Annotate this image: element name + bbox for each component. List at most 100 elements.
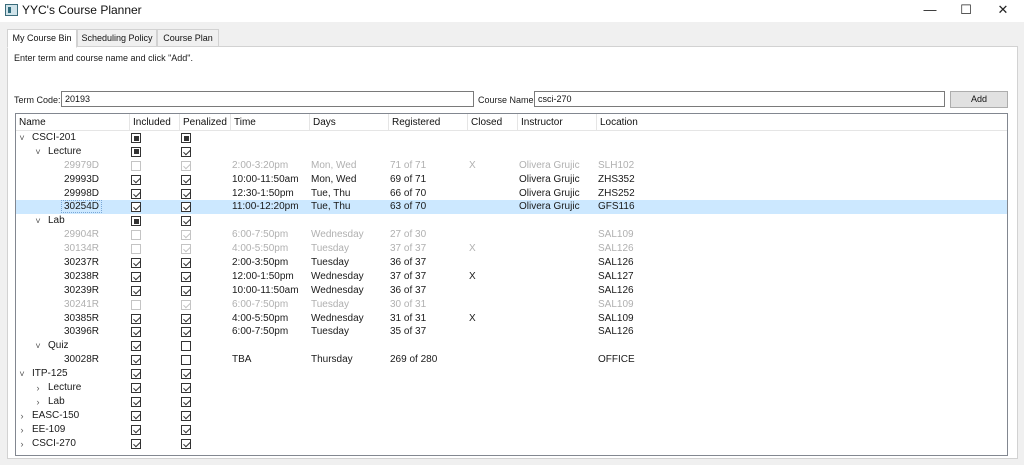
included-checkbox[interactable] [131, 438, 141, 449]
course-row[interactable]: › CSCI-270 [16, 437, 1007, 451]
column-header-location[interactable]: Location [597, 114, 1007, 131]
penalized-checkbox[interactable] [181, 188, 191, 199]
section-row[interactable]: 30238R 12:00-1:50pm Wednesday 37 of 37 X SAL1… [16, 270, 1007, 284]
penalized-checkbox[interactable] [181, 341, 191, 352]
column-header-days[interactable]: Days [310, 114, 389, 131]
penalized-checkbox[interactable] [181, 438, 191, 449]
section-row[interactable]: 30241R 6:00-7:50pm Tuesday 30 of 31 SAL109 [16, 298, 1007, 312]
term-code-input[interactable]: 20193 [61, 91, 474, 107]
course-row[interactable]: › EE-109 [16, 423, 1007, 437]
penalized-checkbox[interactable] [181, 424, 191, 435]
column-header-penalized[interactable]: Penalized [180, 114, 231, 131]
column-header-closed[interactable]: Closed [468, 114, 518, 131]
included-checkbox[interactable] [131, 299, 141, 310]
penalized-checkbox[interactable] [181, 410, 191, 421]
penalized-checkbox[interactable] [181, 285, 191, 296]
section-row[interactable]: 29979D 2:00-3:20pm Mon, Wed 71 of 71 X Oliver… [16, 159, 1007, 173]
included-checkbox[interactable] [131, 396, 141, 407]
included-checkbox[interactable] [131, 271, 141, 282]
included-checkbox[interactable] [131, 230, 141, 241]
penalized-checkbox[interactable] [181, 230, 191, 241]
column-header-time[interactable]: Time [231, 114, 310, 131]
course-row[interactable]: ˅ CSCI-201 [16, 131, 1007, 145]
penalized-checkbox[interactable] [181, 327, 191, 338]
penalized-checkbox[interactable] [181, 313, 191, 324]
column-header-included[interactable]: Included [130, 114, 180, 131]
penalized-checkbox[interactable] [181, 146, 191, 157]
collapse-arrow-icon[interactable]: ˅ [33, 145, 43, 159]
course-tree[interactable]: Name Included Penalized Time Days Regist… [15, 113, 1008, 456]
tab-scheduling-policy[interactable]: Scheduling Policy [77, 29, 157, 47]
course-row[interactable]: ˅ ITP-125 [16, 367, 1007, 381]
included-checkbox[interactable] [131, 313, 141, 324]
included-checkbox[interactable] [131, 160, 141, 171]
collapse-arrow-icon[interactable]: ˅ [33, 214, 43, 228]
penalized-checkbox[interactable] [181, 216, 191, 227]
penalized-checkbox[interactable] [181, 369, 191, 380]
penalized-checkbox[interactable] [181, 174, 191, 185]
close-button[interactable]: ✕ [985, 0, 1021, 22]
section-row[interactable]: 30028R TBA Thursday 269 of 280 OFFICE [16, 353, 1007, 367]
expand-arrow-icon[interactable]: › [33, 395, 43, 409]
tab-my-course-bin[interactable]: My Course Bin [7, 29, 77, 48]
section-row[interactable]: 29998D 12:30-1:50pm Tue, Thu 66 of 70 Oliver… [16, 187, 1007, 201]
penalized-checkbox[interactable] [181, 133, 191, 143]
section-row[interactable]: 30254D 11:00-12:20pm Tue, Thu 63 of 70 Olive… [16, 200, 1007, 215]
penalized-checkbox[interactable] [181, 160, 191, 171]
included-checkbox[interactable] [131, 258, 141, 269]
penalized-checkbox[interactable] [181, 355, 191, 366]
included-checkbox[interactable] [131, 174, 141, 185]
penalized-checkbox[interactable] [181, 244, 191, 255]
section-row[interactable]: 30396R 6:00-7:50pm Tuesday 35 of 37 SAL126 [16, 325, 1007, 339]
expand-arrow-icon[interactable]: › [33, 381, 43, 395]
minimize-button[interactable]: — [912, 0, 948, 22]
collapse-arrow-icon[interactable]: ˅ [17, 131, 27, 145]
maximize-button[interactable]: ☐ [948, 0, 984, 22]
section-group-row[interactable]: ˅ Quiz [16, 339, 1007, 353]
included-checkbox[interactable] [131, 410, 141, 421]
column-header-instructor[interactable]: Instructor [518, 114, 597, 131]
included-checkbox[interactable] [131, 202, 141, 213]
section-group-row[interactable]: › Lecture [16, 381, 1007, 395]
section-row[interactable]: 29904R 6:00-7:50pm Wednesday 27 of 30 SAL109 [16, 228, 1007, 242]
penalized-checkbox[interactable] [181, 396, 191, 407]
section-group-row[interactable]: › Lab [16, 395, 1007, 409]
included-checkbox[interactable] [131, 327, 141, 338]
included-checkbox[interactable] [131, 383, 141, 394]
included-checkbox[interactable] [131, 133, 141, 143]
section-group-row[interactable]: ˅ Lab [16, 214, 1007, 228]
course-name-input[interactable]: csci-270 [534, 91, 945, 107]
included-checkbox[interactable] [131, 244, 141, 255]
included-checkbox[interactable] [131, 216, 141, 227]
expand-arrow-icon[interactable]: › [17, 437, 27, 451]
tab-course-plan[interactable]: Course Plan [157, 29, 219, 47]
expand-arrow-icon[interactable]: › [17, 423, 27, 437]
column-header-name[interactable]: Name [16, 114, 130, 131]
collapse-arrow-icon[interactable]: ˅ [33, 339, 43, 353]
course-row[interactable]: › EASC-150 [16, 409, 1007, 423]
section-row[interactable]: 30237R 2:00-3:50pm Tuesday 36 of 37 SAL126 [16, 256, 1007, 270]
included-checkbox[interactable] [131, 188, 141, 199]
included-checkbox[interactable] [131, 355, 141, 366]
included-checkbox[interactable] [131, 146, 141, 157]
column-header-registered[interactable]: Registered [389, 114, 468, 131]
included-checkbox[interactable] [131, 424, 141, 435]
penalized-checkbox[interactable] [181, 271, 191, 282]
included-checkbox[interactable] [131, 341, 141, 352]
section-row[interactable]: 29993D 10:00-11:50am Mon, Wed 69 of 71 Olive… [16, 173, 1007, 187]
expand-arrow-icon[interactable]: › [17, 409, 27, 423]
add-button[interactable]: Add [950, 91, 1008, 108]
penalized-checkbox[interactable] [181, 299, 191, 310]
section-row[interactable]: 30239R 10:00-11:50am Wednesday 36 of 37 SAL1… [16, 284, 1007, 298]
section-group-row[interactable]: ˅ Lecture [16, 145, 1007, 159]
included-checkbox[interactable] [131, 369, 141, 380]
days-cell: Tue, Thu [311, 187, 351, 199]
section-row[interactable]: 30385R 4:00-5:50pm Wednesday 31 of 31 X SAL10… [16, 312, 1007, 326]
collapse-arrow-icon[interactable]: ˅ [17, 367, 27, 381]
section-row[interactable]: 30134R 4:00-5:50pm Tuesday 37 of 37 X SAL126 [16, 242, 1007, 256]
penalized-checkbox[interactable] [181, 258, 191, 269]
included-checkbox[interactable] [131, 285, 141, 296]
penalized-checkbox[interactable] [181, 202, 191, 213]
penalized-checkbox[interactable] [181, 383, 191, 394]
location-cell: ZHS352 [598, 173, 635, 185]
